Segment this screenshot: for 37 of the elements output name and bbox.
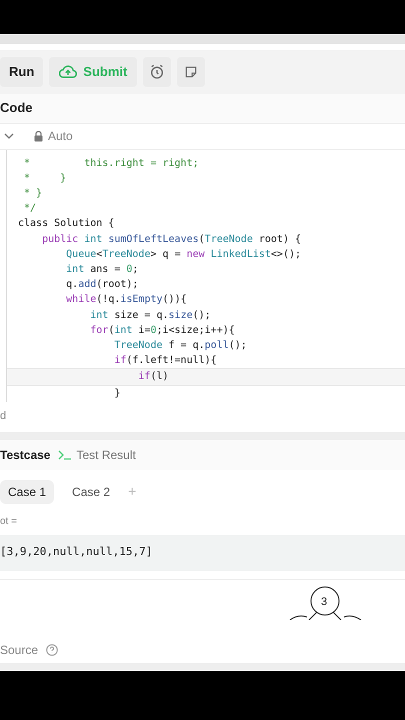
upload-cloud-icon: [59, 64, 78, 80]
code-line: Queue<TreeNode> q = new LinkedList<>();: [65, 248, 302, 262]
case-tab[interactable]: Case 1: [0, 480, 54, 504]
code-line: class Solution {: [17, 217, 116, 232]
source-label: Source: [0, 642, 38, 659]
code-line: }: [113, 386, 122, 401]
code-line: * this.right = right;: [23, 156, 200, 171]
note-icon: [184, 64, 198, 79]
chevron-down-icon: [4, 131, 14, 142]
terminal-icon: [58, 450, 72, 460]
panel-tab[interactable]: Test Result: [58, 446, 136, 464]
panel-title: Code: [0, 99, 32, 118]
code-line: * }: [23, 172, 68, 186]
status-text: d: [0, 409, 6, 424]
case-tab[interactable]: Case 2: [64, 480, 118, 504]
code-line: q.add(root);: [65, 278, 140, 292]
code-line: int size = q.size();: [89, 308, 212, 323]
parameter-input[interactable]: [3,9,20,null,null,15,7]: [0, 534, 405, 571]
note-button[interactable]: [177, 56, 206, 87]
parameter-label: ot =: [0, 514, 18, 529]
alarm-clock-icon: [149, 64, 166, 80]
code-line: * }: [23, 187, 44, 202]
run-button[interactable]: Run: [0, 56, 44, 87]
tree-node-value: 3: [321, 594, 328, 610]
help-icon: [46, 644, 58, 656]
code-editor[interactable]: [6, 150, 405, 402]
language-selector[interactable]: Auto: [34, 127, 73, 146]
alarm-clock-button[interactable]: [143, 56, 172, 87]
code-line: if(f.left!=null){: [113, 354, 218, 368]
lock-icon: [34, 130, 43, 142]
code-line: public int sumOfLeftLeaves(TreeNode root) {: [41, 232, 302, 247]
code-line: int ans = 0;: [65, 263, 140, 278]
code-line: TreeNode f = q.poll();: [113, 339, 248, 354]
code-line: for(int i=0;i<size;i++){: [89, 324, 236, 338]
code-line: */: [23, 202, 38, 216]
panel-tab[interactable]: Testcase: [0, 446, 50, 464]
code-line: while(!q.isEmpty()){: [65, 293, 188, 308]
